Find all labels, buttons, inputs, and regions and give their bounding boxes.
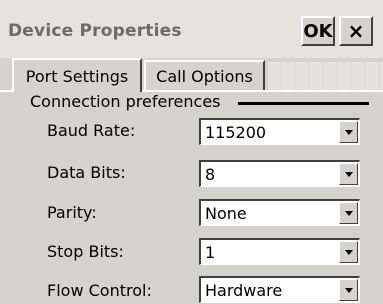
data-bits-dropdown[interactable]: 8 xyxy=(199,160,360,187)
data-bits-value: 8 xyxy=(205,165,216,184)
parity-value: None xyxy=(205,204,247,223)
flow-control-value: Hardware xyxy=(205,281,283,300)
group-divider xyxy=(238,102,369,105)
ok-button[interactable]: OK xyxy=(301,16,335,46)
tab-port-settings[interactable]: Port Settings xyxy=(12,58,142,92)
chevron-down-icon[interactable] xyxy=(339,121,358,143)
baud-rate-value: 115200 xyxy=(205,123,267,142)
flow-control-label: Flow Control: xyxy=(47,281,152,300)
group-label-connection-preferences: Connection preferences xyxy=(30,92,225,111)
data-bits-label: Data Bits: xyxy=(47,163,126,182)
close-button[interactable]: × xyxy=(339,16,373,46)
window-title: Device Properties xyxy=(8,21,182,41)
stop-bits-dropdown[interactable]: 1 xyxy=(199,238,360,265)
parity-dropdown[interactable]: None xyxy=(199,199,360,226)
baud-rate-label: Baud Rate: xyxy=(47,121,136,140)
chevron-down-icon[interactable] xyxy=(339,202,358,224)
device-properties-window: Device Properties OK × Port Settings Cal… xyxy=(0,0,383,304)
title-bar: Device Properties OK × xyxy=(0,0,383,58)
stop-bits-label: Stop Bits: xyxy=(47,242,124,261)
baud-rate-dropdown[interactable]: 115200 xyxy=(199,118,360,145)
parity-label: Parity: xyxy=(47,203,97,222)
flow-control-dropdown[interactable]: Hardware xyxy=(199,276,360,303)
tab-strip-background xyxy=(268,62,383,90)
stop-bits-value: 1 xyxy=(205,243,216,262)
chevron-down-icon[interactable] xyxy=(339,163,358,185)
chevron-down-icon[interactable] xyxy=(339,241,358,263)
tab-call-options[interactable]: Call Options xyxy=(144,60,265,90)
tab-strip: Port Settings Call Options xyxy=(0,58,383,92)
chevron-down-icon[interactable] xyxy=(339,279,358,301)
